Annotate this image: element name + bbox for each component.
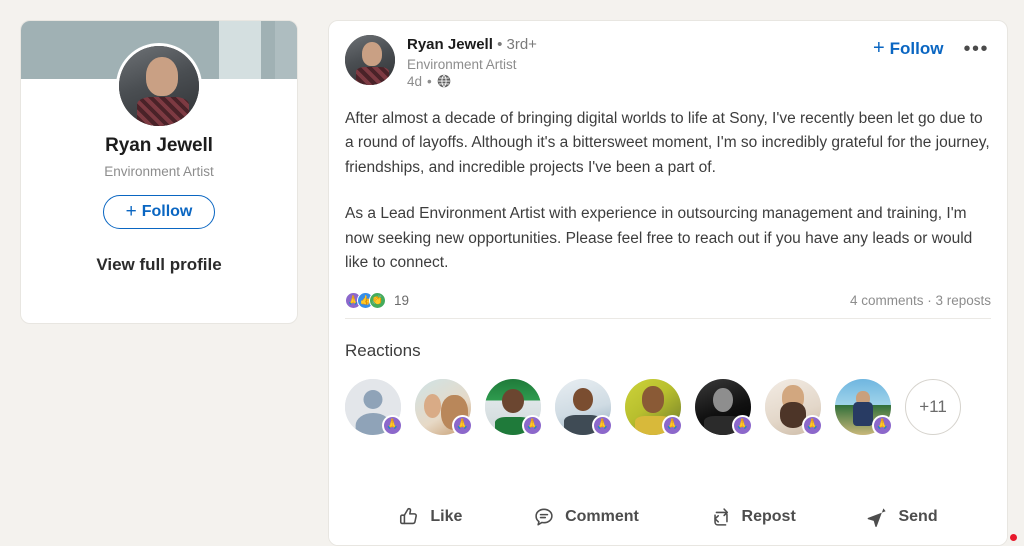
- post-author-meta: Ryan Jewell • 3rd+ Environment Artist 4d…: [407, 35, 537, 89]
- post-inner: Ryan Jewell • 3rd+ Environment Artist 4d…: [329, 21, 1007, 436]
- comment-bubble-icon: [533, 506, 555, 528]
- reactors-overflow-button[interactable]: +11: [905, 378, 961, 435]
- support-reaction-badge: 🙏: [382, 414, 403, 436]
- post-reactions-summary[interactable]: 🙏 👍 👏 19: [345, 291, 410, 309]
- plus-icon: +: [125, 200, 137, 222]
- send-button-label: Send: [898, 508, 938, 525]
- support-reaction-badge: 🙏: [522, 414, 543, 436]
- linkedin-post-page: Ryan Jewell Environment Artist + Follow …: [0, 0, 1024, 546]
- post-timestamp-line: 4d •: [407, 74, 537, 89]
- profile-avatar-image: [119, 46, 199, 126]
- profile-card: Ryan Jewell Environment Artist + Follow …: [20, 20, 298, 324]
- post-more-options-button[interactable]: •••: [961, 39, 991, 59]
- post-follow-label: Follow: [889, 39, 944, 58]
- support-reaction-badge: 🙏: [802, 414, 823, 436]
- post-paragraph-2: As a Lead Environment Artist with experi…: [345, 205, 973, 272]
- post-author-name[interactable]: Ryan Jewell: [407, 36, 493, 53]
- reactor-avatar[interactable]: 🙏: [415, 378, 473, 436]
- support-reaction-badge: 🙏: [872, 414, 893, 436]
- comment-button[interactable]: Comment: [523, 500, 649, 534]
- like-button[interactable]: Like: [388, 500, 472, 534]
- thumbs-up-icon: [398, 506, 420, 528]
- comments-reposts-count[interactable]: 4 comments · 3 reposts: [850, 293, 991, 308]
- globe-icon: [437, 74, 451, 88]
- reactor-avatar[interactable]: 🙏: [835, 378, 893, 436]
- support-reaction-badge: 🙏: [662, 414, 683, 436]
- reactor-avatar[interactable]: 🙏: [555, 378, 613, 436]
- post-author-avatar[interactable]: [345, 35, 395, 85]
- profile-headline: Environment Artist: [104, 164, 214, 179]
- reactor-avatar[interactable]: 🙏: [625, 378, 683, 436]
- post-header-actions: + Follow •••: [872, 37, 991, 59]
- banner-light-band: [219, 21, 261, 79]
- cursor-marker: [1010, 534, 1017, 541]
- post-header: Ryan Jewell • 3rd+ Environment Artist 4d…: [345, 35, 991, 89]
- reactor-avatar[interactable]: 🙏: [345, 378, 403, 436]
- post-paragraph-1: After almost a decade of bringing digita…: [345, 109, 990, 176]
- comment-button-label: Comment: [565, 508, 639, 525]
- post-age: 4d: [407, 73, 423, 89]
- post-stats-row: 🙏 👍 👏 19 4 comments · 3 reposts: [345, 291, 991, 319]
- profile-avatar[interactable]: [116, 43, 202, 129]
- separator-dot: •: [497, 36, 503, 53]
- reactor-avatar[interactable]: 🙏: [485, 378, 543, 436]
- support-reaction-badge: 🙏: [732, 414, 753, 436]
- reaction-icon-stack: 🙏 👍 👏: [345, 291, 386, 309]
- profile-follow-label: Follow: [141, 203, 193, 220]
- separator-dot: •: [427, 73, 432, 89]
- post-author-headline: Environment Artist: [407, 56, 517, 72]
- post-action-bar: Like Comment Repost Send: [329, 489, 1007, 545]
- repost-button-label: Repost: [741, 508, 796, 525]
- post-follow-button[interactable]: + Follow: [872, 37, 944, 59]
- profile-follow-button[interactable]: + Follow: [102, 195, 216, 229]
- post-author-avatar-image: [345, 35, 395, 85]
- repost-button[interactable]: Repost: [700, 500, 806, 534]
- post-body: After almost a decade of bringing digita…: [345, 107, 991, 276]
- send-paper-plane-icon: [866, 506, 888, 528]
- reactor-list: 🙏 🙏 🙏 🙏 🙏 🙏 🙏 🙏 +11: [345, 378, 991, 436]
- like-button-label: Like: [430, 508, 463, 525]
- banner-edge-band: [275, 21, 297, 79]
- celebrate-reaction-icon: 👏: [369, 291, 386, 309]
- send-button[interactable]: Send: [856, 500, 947, 534]
- repost-arrows-icon: [710, 506, 732, 528]
- reactor-avatar[interactable]: 🙏: [695, 378, 753, 436]
- post-card: Ryan Jewell • 3rd+ Environment Artist 4d…: [328, 20, 1008, 546]
- connection-degree: 3rd+: [506, 36, 537, 53]
- reaction-count: 19: [394, 292, 410, 308]
- support-reaction-badge: 🙏: [452, 414, 473, 436]
- profile-banner: [21, 21, 297, 129]
- reactor-avatar[interactable]: 🙏: [765, 378, 823, 436]
- post-author-identity-line: Ryan Jewell • 3rd+: [407, 36, 537, 55]
- support-reaction-badge: 🙏: [592, 414, 613, 436]
- view-full-profile-link[interactable]: View full profile: [21, 255, 297, 275]
- reactions-section-title: Reactions: [345, 340, 421, 360]
- plus-icon: +: [872, 37, 885, 59]
- profile-name: Ryan Jewell: [105, 135, 213, 156]
